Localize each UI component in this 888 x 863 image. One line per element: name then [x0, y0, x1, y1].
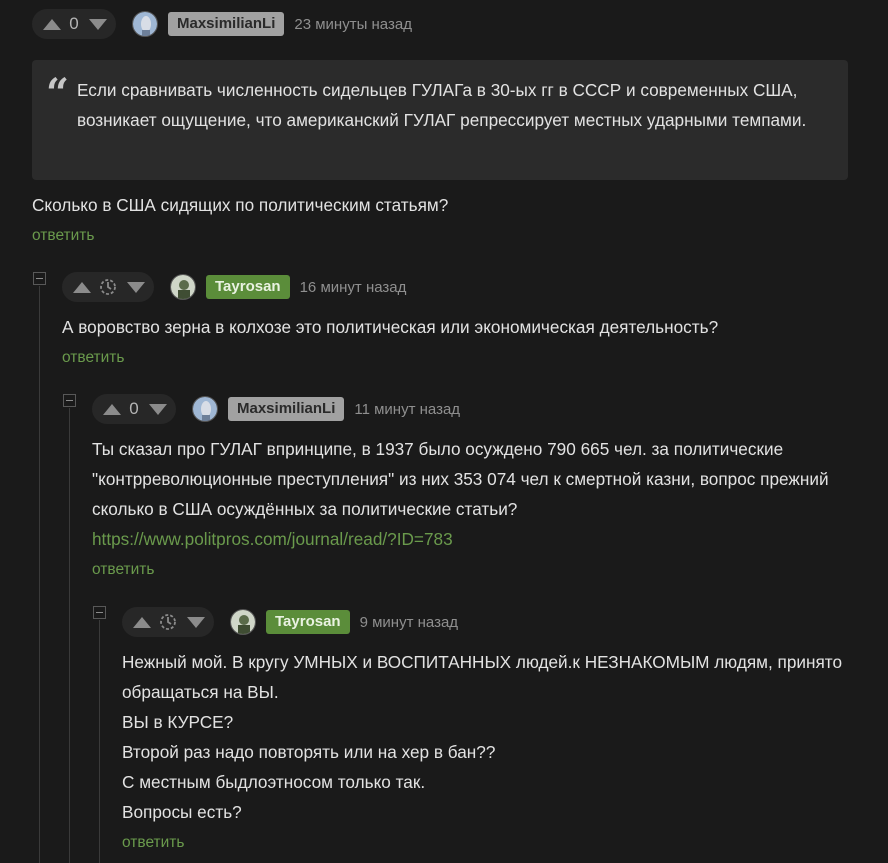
comment-line: Нежный мой. В кругу УМНЫХ и ВОСПИТАННЫХ … — [122, 652, 843, 702]
thread-line — [39, 286, 40, 863]
upvote-icon[interactable] — [43, 18, 61, 30]
comment-header: Tayrosan 9 минут назад — [122, 607, 852, 637]
comment-text: Ты сказал про ГУЛАГ впринципе, в 1937 бы… — [92, 439, 829, 519]
quote-icon: “ — [46, 70, 70, 117]
avatar[interactable] — [230, 609, 256, 635]
downvote-icon[interactable] — [127, 281, 145, 293]
timestamp[interactable]: 16 минут назад — [300, 279, 407, 296]
reply-link[interactable]: ответить — [32, 224, 94, 248]
timer-icon — [89, 277, 127, 297]
comment-line: Второй раз надо повторять или на хер в б… — [122, 742, 496, 762]
timer-icon — [149, 612, 187, 632]
collapse-thread-button[interactable] — [93, 606, 106, 619]
downvote-icon[interactable] — [149, 403, 167, 415]
reply-link[interactable]: ответить — [62, 346, 124, 370]
quote-text: Если сравнивать численность сидельцев ГУ… — [77, 80, 807, 130]
avatar[interactable] — [132, 11, 158, 37]
comment-text: Сколько в США сидящих по политическим ст… — [32, 195, 449, 215]
comment-body: Сколько в США сидящих по политическим ст… — [32, 190, 852, 248]
username[interactable]: MaxsimilianLi — [228, 397, 345, 421]
comment: 0 MaxsimilianLi 11 минут назад Ты сказал… — [92, 394, 852, 582]
thread-line — [69, 408, 70, 863]
timestamp[interactable]: 9 минут назад — [360, 614, 458, 631]
comment-line: С местным быдлоэтносом только так. — [122, 772, 426, 792]
username[interactable]: Tayrosan — [266, 610, 350, 634]
reply-link[interactable]: ответить — [122, 831, 184, 855]
rating-score: 0 — [69, 14, 79, 33]
downvote-icon[interactable] — [187, 616, 205, 628]
upvote-icon[interactable] — [73, 281, 91, 293]
comment-header: 0 MaxsimilianLi 23 минуты назад — [32, 9, 852, 39]
downvote-icon[interactable] — [89, 18, 107, 30]
collapse-thread-button[interactable] — [33, 272, 46, 285]
vote-control: 0 — [92, 394, 176, 424]
collapse-thread-button[interactable] — [63, 394, 76, 407]
rating-score: 0 — [129, 399, 139, 418]
avatar[interactable] — [170, 274, 196, 300]
timestamp[interactable]: 11 минут назад — [354, 401, 460, 418]
vote-control: 0 — [32, 9, 116, 39]
quote-block: “ Если сравнивать численность сидельцев … — [32, 60, 848, 180]
vote-control — [62, 272, 154, 302]
comment: 0 MaxsimilianLi 23 минуты назад — [32, 9, 852, 39]
external-link[interactable]: https://www.politpros.com/journal/read/?… — [92, 529, 453, 549]
comment-header: Tayrosan 16 минут назад — [62, 272, 852, 302]
timestamp[interactable]: 23 минуты назад — [294, 16, 412, 33]
comment: Tayrosan 16 минут назад А воровство зерн… — [62, 272, 852, 370]
vote-control — [122, 607, 214, 637]
thread-line — [99, 620, 100, 863]
avatar[interactable] — [192, 396, 218, 422]
upvote-icon[interactable] — [103, 403, 121, 415]
comment-line: Вопросы есть? — [122, 802, 242, 822]
username[interactable]: MaxsimilianLi — [168, 12, 285, 36]
reply-link[interactable]: ответить — [92, 558, 154, 582]
comment-text: А воровство зерна в колхозе это политиче… — [62, 317, 719, 337]
comment: Tayrosan 9 минут назад Нежный мой. В кру… — [122, 607, 852, 855]
comment-line: ВЫ в КУРСЕ? — [122, 712, 234, 732]
upvote-icon[interactable] — [133, 616, 151, 628]
comment-header: 0 MaxsimilianLi 11 минут назад — [92, 394, 852, 424]
username[interactable]: Tayrosan — [206, 275, 290, 299]
